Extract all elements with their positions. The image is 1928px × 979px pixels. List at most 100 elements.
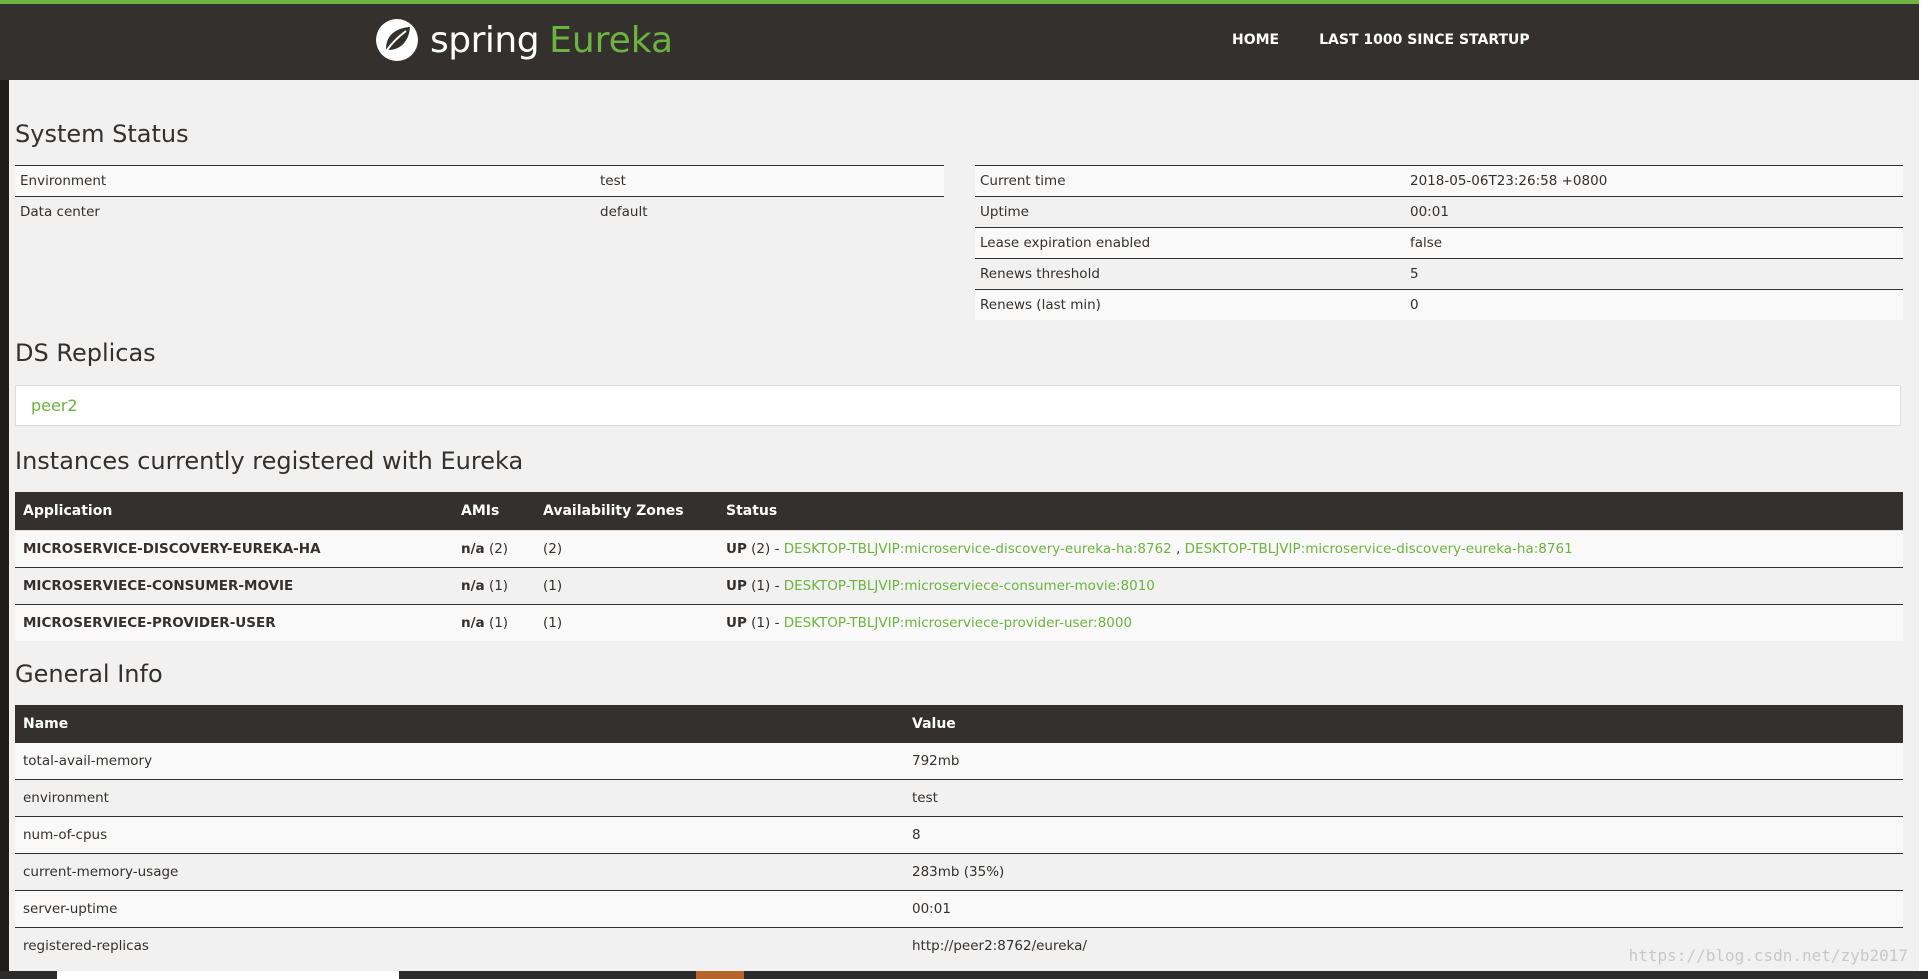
- status-row: Uptime 00:01: [975, 196, 1903, 228]
- table-row: environment test: [15, 779, 1903, 817]
- info-value: 8: [904, 816, 1903, 854]
- info-name: current-memory-usage: [15, 853, 904, 891]
- status-label: Lease expiration enabled: [975, 227, 1405, 259]
- status-row: Data center default: [15, 196, 944, 227]
- header-status: Status: [718, 492, 1903, 531]
- status-row: Current time 2018-05-06T23:26:58 +0800: [975, 165, 1903, 197]
- table-row: registered-replicas http://peer2:8762/eu…: [15, 927, 1903, 964]
- spring-leaf-icon: [376, 19, 418, 61]
- status-label: Uptime: [975, 196, 1405, 228]
- status-row: Renews (last min) 0: [975, 289, 1903, 320]
- taskbar-search-box[interactable]: [57, 971, 399, 979]
- ami-value: n/a: [461, 615, 485, 631]
- table-row: current-memory-usage 283mb (35%): [15, 853, 1903, 891]
- ami-value: n/a: [461, 578, 485, 594]
- nav-last-1000-link[interactable]: LAST 1000 SINCE STARTUP: [1319, 32, 1530, 48]
- instance-link[interactable]: DESKTOP-TBLJVIP:microservice-discovery-e…: [1185, 541, 1573, 557]
- zones-cell: (1): [535, 604, 718, 641]
- info-value: 792mb: [904, 743, 1903, 780]
- header-amis: AMIs: [453, 492, 535, 531]
- info-name: server-uptime: [15, 890, 904, 928]
- info-name: total-avail-memory: [15, 743, 904, 780]
- table-row: MICROSERVIECE-CONSUMER-MOVIE n/a (1) (1)…: [15, 567, 1903, 605]
- brand-eureka-text: Eureka: [549, 19, 674, 61]
- info-value: 283mb (35%): [904, 853, 1903, 891]
- general-header-row: Name Value: [15, 705, 1903, 743]
- table-row: total-avail-memory 792mb: [15, 743, 1903, 780]
- status-row: Renews threshold 5: [975, 258, 1903, 290]
- general-info-table: Name Value total-avail-memory 792mb envi…: [15, 705, 1903, 964]
- ami-cell: n/a (1): [453, 604, 535, 641]
- status-cell: UP (2) - DESKTOP-TBLJVIP:microservice-di…: [718, 530, 1903, 568]
- header-name: Name: [15, 705, 904, 743]
- ds-replicas-list: peer2: [15, 385, 1901, 426]
- header-value: Value: [904, 705, 1903, 743]
- status-label: Renews (last min): [975, 289, 1405, 320]
- ami-count: (2): [488, 541, 509, 557]
- status-count: (2) -: [751, 541, 780, 557]
- ami-cell: n/a (2): [453, 530, 535, 568]
- status-label: Renews threshold: [975, 258, 1405, 290]
- zones-cell: (2): [535, 530, 718, 568]
- status-cell: UP (1) - DESKTOP-TBLJVIP:microserviece-c…: [718, 567, 1903, 605]
- info-name: registered-replicas: [15, 927, 904, 964]
- app-name: MICROSERVICE-DISCOVERY-EUREKA-HA: [15, 530, 453, 568]
- table-row: num-of-cpus 8: [15, 816, 1903, 854]
- system-status-left-table: Environment test Data center default: [15, 165, 944, 227]
- brand[interactable]: spring Eureka: [374, 14, 673, 66]
- status-row: Environment test: [15, 165, 944, 197]
- ami-count: (1): [488, 578, 509, 594]
- instances-table: Application AMIs Availability Zones Stat…: [15, 492, 1903, 641]
- header-availability-zones: Availability Zones: [535, 492, 718, 531]
- status-up: UP: [726, 615, 747, 631]
- instance-link[interactable]: DESKTOP-TBLJVIP:microserviece-provider-u…: [784, 615, 1132, 631]
- table-row: server-uptime 00:01: [15, 890, 1903, 928]
- app-name: MICROSERVIECE-CONSUMER-MOVIE: [15, 567, 453, 605]
- status-row: Lease expiration enabled false: [975, 227, 1903, 259]
- info-value: 00:01: [904, 890, 1903, 928]
- status-value: 00:01: [1405, 196, 1903, 228]
- instance-link[interactable]: DESKTOP-TBLJVIP:microserviece-consumer-m…: [784, 578, 1155, 594]
- status-up: UP: [726, 578, 747, 594]
- status-value: 5: [1405, 258, 1903, 290]
- table-row: MICROSERVICE-DISCOVERY-EUREKA-HA n/a (2)…: [15, 530, 1903, 568]
- app-name: MICROSERVIECE-PROVIDER-USER: [15, 604, 453, 641]
- ami-cell: n/a (1): [453, 567, 535, 605]
- instances-title: Instances currently registered with Eure…: [15, 447, 524, 475]
- info-value: test: [904, 779, 1903, 817]
- taskbar: [0, 971, 1928, 979]
- status-value: test: [595, 165, 944, 197]
- ami-count: (1): [488, 615, 509, 631]
- status-label: Environment: [15, 165, 595, 197]
- status-cell: UP (1) - DESKTOP-TBLJVIP:microserviece-p…: [718, 604, 1903, 641]
- table-row: MICROSERVIECE-PROVIDER-USER n/a (1) (1) …: [15, 604, 1903, 641]
- zones-cell: (1): [535, 567, 718, 605]
- window-left-edge: [0, 0, 9, 979]
- ami-value: n/a: [461, 541, 485, 557]
- status-value: 2018-05-06T23:26:58 +0800: [1405, 165, 1903, 197]
- ds-replicas-title: DS Replicas: [15, 339, 156, 367]
- nav-home-link[interactable]: HOME: [1232, 32, 1279, 48]
- taskbar-app-icon[interactable]: [696, 971, 744, 979]
- replica-link-peer2[interactable]: peer2: [31, 396, 78, 415]
- status-up: UP: [726, 541, 747, 557]
- status-value: 0: [1405, 289, 1903, 320]
- system-status-title: System Status: [15, 120, 189, 148]
- watermark-text: https://blog.csdn.net/zyb2017: [1628, 946, 1908, 965]
- status-value: false: [1405, 227, 1903, 259]
- navbar: spring Eureka HOME LAST 1000 SINCE START…: [0, 0, 1928, 80]
- info-name: environment: [15, 779, 904, 817]
- nav-links: HOME LAST 1000 SINCE STARTUP: [1232, 32, 1530, 48]
- status-value: default: [595, 196, 944, 227]
- system-status-right-table: Current time 2018-05-06T23:26:58 +0800 U…: [975, 165, 1903, 320]
- info-name: num-of-cpus: [15, 816, 904, 854]
- general-info-title: General Info: [15, 660, 163, 688]
- status-label: Data center: [15, 196, 595, 227]
- instances-header-row: Application AMIs Availability Zones Stat…: [15, 492, 1903, 531]
- status-label: Current time: [975, 165, 1405, 197]
- status-count: (1) -: [751, 615, 780, 631]
- header-application: Application: [15, 492, 453, 531]
- window-right-edge: [1919, 0, 1928, 979]
- instance-link[interactable]: DESKTOP-TBLJVIP:microservice-discovery-e…: [784, 541, 1172, 557]
- brand-spring-text: spring: [430, 19, 540, 61]
